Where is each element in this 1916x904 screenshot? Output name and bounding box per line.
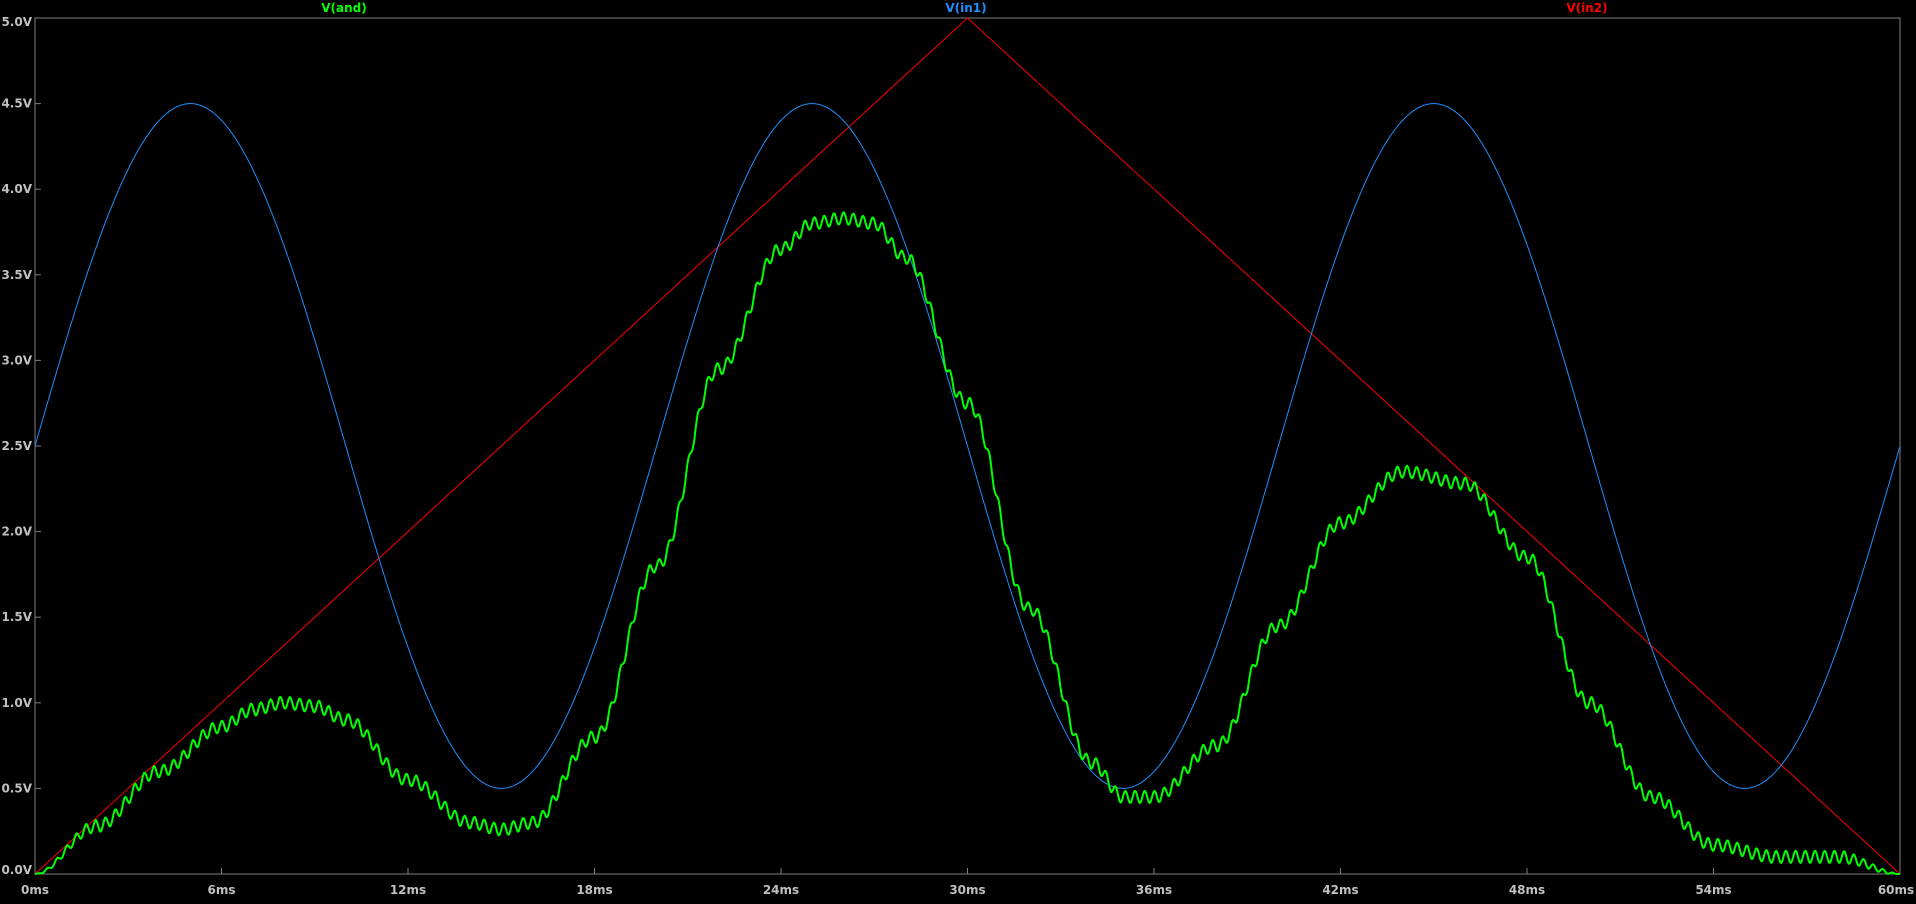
- y-tick-label: 2.5V: [1, 439, 32, 453]
- legend-label-v-in2[interactable]: V(in2): [1566, 1, 1607, 15]
- waveform-plot[interactable]: V(and) V(in1) V(in2) 0.0V 0.5V 1.0V 1.5V 2.0…: [0, 0, 1916, 899]
- x-tick-label: 6ms: [208, 883, 236, 897]
- x-tick-label: 24ms: [763, 883, 799, 897]
- legend-label-v-and[interactable]: V(and): [321, 1, 367, 15]
- x-tick-label: 54ms: [1695, 883, 1731, 897]
- y-tick-label: 3.0V: [1, 353, 32, 367]
- y-tick-label: 4.0V: [1, 182, 32, 196]
- y-tick-label: 0.5V: [1, 781, 32, 795]
- y-tick-label: 4.5V: [1, 97, 32, 111]
- y-tick-label: 3.5V: [1, 268, 32, 282]
- y-tick-label: 1.5V: [1, 610, 32, 624]
- x-tick-label: 0ms: [21, 883, 49, 897]
- y-tick-label: 5.0V: [1, 15, 32, 29]
- x-tick-label: 42ms: [1322, 883, 1358, 897]
- x-tick-label: 18ms: [576, 883, 612, 897]
- y-tick-label: 2.0V: [1, 525, 32, 539]
- waveform-viewer: V(and) V(in1) V(in2) 0.0V 0.5V 1.0V 1.5V 2.0…: [0, 0, 1916, 899]
- x-tick-label: 60ms: [1878, 883, 1914, 897]
- x-tick-label: 48ms: [1509, 883, 1545, 897]
- x-tick-label: 30ms: [949, 883, 985, 897]
- x-tick-label: 36ms: [1136, 883, 1172, 897]
- legend-label-v-in1[interactable]: V(in1): [945, 1, 986, 15]
- plot-background: [0, 0, 1916, 899]
- y-tick-label: 0.0V: [1, 863, 32, 877]
- x-tick-label: 12ms: [390, 883, 426, 897]
- y-tick-label: 1.0V: [1, 696, 32, 710]
